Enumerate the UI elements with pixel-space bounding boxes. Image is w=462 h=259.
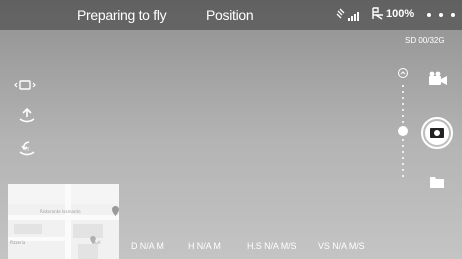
horizontal-speed-readout: H.S N/A M/S	[247, 241, 297, 251]
distance-readout: D N/A M	[131, 241, 164, 251]
map-label: Pizzeria	[10, 240, 26, 245]
height-readout: H N/A M	[188, 241, 221, 251]
top-status-bar: Preparing to fly Position 100%	[0, 0, 462, 30]
satellite-signal-icon[interactable]	[336, 8, 360, 22]
zoom-slider-thumb[interactable]	[398, 126, 408, 136]
zoom-icon[interactable]	[397, 67, 409, 79]
map-pin-icon	[90, 236, 96, 244]
gimbal-mode-icon[interactable]	[14, 76, 36, 94]
flight-status-label[interactable]: Preparing to fly	[77, 7, 167, 23]
video-camera-icon[interactable]	[427, 71, 449, 87]
takeoff-icon[interactable]	[16, 107, 38, 125]
minimap[interactable]: Ristorante Isamanto Pizzeria Ourl	[8, 184, 119, 259]
return-home-icon[interactable]: H	[16, 140, 38, 158]
map-pin-icon	[112, 206, 119, 216]
folder-icon[interactable]	[429, 175, 445, 189]
gps-mode-label[interactable]: Position	[206, 7, 254, 23]
camera-view: Preparing to fly Position 100% SD 00/32G	[0, 0, 462, 259]
sd-card-status: SD 00/32G	[405, 36, 445, 45]
map-label: Ristorante Isamanto	[40, 209, 81, 214]
svg-text:H: H	[25, 147, 29, 153]
battery-indicator[interactable]: 100%	[372, 7, 414, 20]
shutter-camera-icon	[425, 121, 449, 145]
aircraft-battery-icon	[372, 7, 383, 20]
battery-percent: 100%	[386, 7, 415, 20]
vertical-speed-readout: VS N/A M/S	[318, 241, 365, 251]
more-dots-icon[interactable]	[424, 4, 458, 26]
shutter-button[interactable]	[421, 117, 453, 149]
